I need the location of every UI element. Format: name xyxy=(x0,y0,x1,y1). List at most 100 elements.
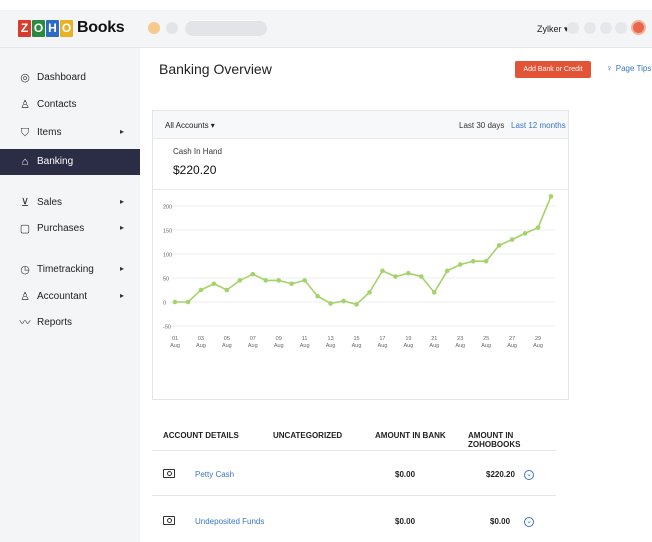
logo-letter: H xyxy=(46,19,59,37)
data-point[interactable] xyxy=(380,268,385,274)
stopwatch-icon: ◷ xyxy=(20,264,30,276)
help-icon[interactable] xyxy=(600,22,612,34)
search-input[interactable] xyxy=(185,21,267,36)
chevron-right-icon: ▸ xyxy=(120,291,125,300)
x-tick-month: Aug xyxy=(222,343,232,349)
x-tick-label: 25 xyxy=(483,336,489,342)
data-point[interactable] xyxy=(419,274,424,279)
dashboard-icon: ◎ xyxy=(20,72,30,84)
data-point[interactable] xyxy=(328,301,333,306)
reports-icon: 〰 xyxy=(19,317,31,329)
org-switcher[interactable]: Zylker ▾ xyxy=(537,24,569,35)
x-tick-month: Aug xyxy=(248,343,258,349)
add-bank-button[interactable]: Add Bank or Credit Card xyxy=(515,61,591,90)
page-tips-link[interactable]: ♀ Page Tips xyxy=(606,63,651,73)
y-tick-label: 200 xyxy=(163,205,172,211)
x-tick-month: Aug xyxy=(300,343,310,349)
sidebar-item-purchases[interactable]: ▢ Purchases ▸ xyxy=(0,216,140,242)
x-tick-month: Aug xyxy=(455,343,465,349)
x-tick-label: 01 xyxy=(172,336,178,342)
sidebar-item-label: Accountant xyxy=(37,291,88,302)
data-point[interactable] xyxy=(509,237,515,242)
banking-overview-card: All Accounts ▾ Last 30 days Last 12 mont… xyxy=(152,110,569,400)
amount-in-bank: $0.00 xyxy=(395,517,416,526)
data-point[interactable] xyxy=(354,302,359,307)
sidebar-item-banking[interactable]: ⌂ Banking xyxy=(0,149,140,175)
column-header: UNCATEGORIZED xyxy=(273,431,343,440)
row-expand-icon[interactable]: ⌄ xyxy=(524,470,534,480)
bag-icon: ▢ xyxy=(19,223,31,235)
header-divider xyxy=(152,450,556,451)
sidebar-item-label: Sales xyxy=(37,197,63,208)
sidebar-item-accountant[interactable]: ♙ Accountant ▸ xyxy=(0,284,140,310)
data-point[interactable] xyxy=(535,225,541,230)
sidebar-item-label: Reports xyxy=(37,317,73,328)
x-tick-month: Aug xyxy=(378,343,388,349)
chevron-right-icon: ▸ xyxy=(120,264,125,273)
data-point[interactable] xyxy=(548,194,554,199)
data-point[interactable] xyxy=(250,271,256,277)
account-name-link[interactable]: Undeposited Funds xyxy=(195,517,264,526)
accountant-icon: ♙ xyxy=(20,291,30,303)
data-point[interactable] xyxy=(237,278,243,283)
y-tick-label: -50 xyxy=(163,325,171,331)
data-point[interactable] xyxy=(483,258,489,264)
status-dot-icon[interactable] xyxy=(166,22,178,34)
chevron-right-icon: ▸ xyxy=(120,223,125,232)
data-point[interactable] xyxy=(198,287,204,293)
status-dot-icon[interactable] xyxy=(148,22,160,34)
column-header: AMOUNT IN ZOHOBOOKS xyxy=(468,431,521,449)
sidebar-item-timetracking[interactable]: ◷ Timetracking ▸ xyxy=(0,257,140,283)
data-point[interactable] xyxy=(211,281,217,287)
x-tick-label: 13 xyxy=(328,336,334,342)
items-icon: ⛉ xyxy=(20,127,30,139)
x-tick-month: Aug xyxy=(352,343,362,349)
cash-flow-line-chart: -5005010015020001Aug03Aug05Aug07Aug09Aug… xyxy=(163,194,555,349)
x-tick-label: 05 xyxy=(224,336,230,342)
x-tick-label: 23 xyxy=(457,336,463,342)
notification-icon[interactable] xyxy=(567,22,579,34)
row-expand-icon[interactable]: ⌄ xyxy=(524,517,534,527)
sidebar-item-items[interactable]: ⛉ Items ▸ xyxy=(0,120,140,146)
data-point[interactable] xyxy=(302,278,307,283)
data-point[interactable] xyxy=(444,268,450,274)
data-point[interactable] xyxy=(406,270,411,276)
x-tick-label: 19 xyxy=(405,336,411,342)
x-tick-month: Aug xyxy=(274,343,284,349)
avatar[interactable] xyxy=(631,20,646,35)
sidebar-item-reports[interactable]: 〰 Reports xyxy=(0,310,140,336)
x-tick-month: Aug xyxy=(481,343,491,349)
data-point[interactable] xyxy=(393,274,398,279)
settings-icon[interactable] xyxy=(584,22,596,34)
sidebar-item-contacts[interactable]: ♙ Contacts xyxy=(0,92,140,118)
column-header: ACCOUNT DETAILS xyxy=(163,431,239,440)
data-point[interactable] xyxy=(172,299,178,305)
data-point[interactable] xyxy=(315,293,320,299)
x-tick-label: 09 xyxy=(276,336,282,342)
contacts-icon: ♙ xyxy=(20,99,30,111)
data-point[interactable] xyxy=(276,278,282,283)
zoho-books-logo[interactable]: Z O H O Books xyxy=(18,19,125,37)
logo-letter: O xyxy=(60,19,73,37)
data-point[interactable] xyxy=(341,298,346,304)
data-point[interactable] xyxy=(224,287,230,293)
data-point[interactable] xyxy=(367,290,372,295)
apps-icon[interactable] xyxy=(615,22,627,34)
data-point[interactable] xyxy=(522,231,528,236)
data-point[interactable] xyxy=(470,258,476,264)
data-point[interactable] xyxy=(432,290,437,295)
data-point[interactable] xyxy=(185,299,191,305)
amount-in-bank: $0.00 xyxy=(395,470,416,479)
bank-icon: ⌂ xyxy=(21,156,29,168)
data-point[interactable] xyxy=(457,262,463,267)
x-tick-month: Aug xyxy=(196,343,206,349)
data-point[interactable] xyxy=(496,243,502,248)
x-tick-month: Aug xyxy=(507,343,517,349)
x-tick-month: Aug xyxy=(326,343,336,349)
sidebar-item-sales[interactable]: ⊻ Sales ▸ xyxy=(0,190,140,216)
x-tick-month: Aug xyxy=(403,343,413,349)
data-point[interactable] xyxy=(289,281,294,287)
data-point[interactable] xyxy=(263,278,269,283)
sidebar-item-dashboard[interactable]: ◎ Dashboard xyxy=(0,65,140,91)
account-name-link[interactable]: Petty Cash xyxy=(195,470,234,479)
